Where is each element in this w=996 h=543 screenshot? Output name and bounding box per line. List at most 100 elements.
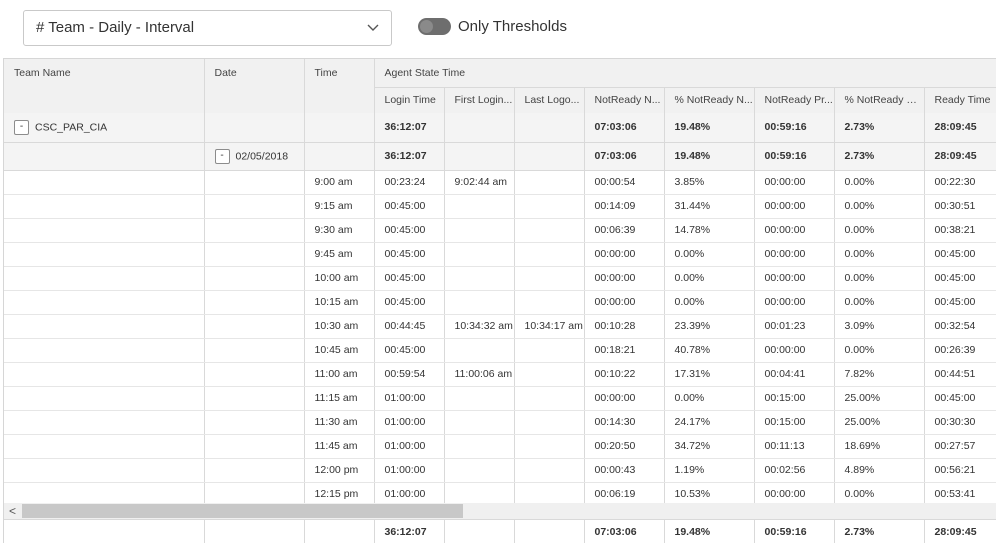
date-cell [204, 170, 305, 195]
only-thresholds-toggle[interactable] [418, 18, 451, 35]
footer-cell [304, 519, 375, 543]
column-header-ready-time[interactable]: Ready Time [924, 87, 996, 114]
cell: 00:45:00 [374, 290, 445, 315]
interval-row[interactable]: 9:30 am 00:45:00 00:06:39 14.78% 00:00:00 0.0… [4, 218, 996, 243]
toggle-knob [420, 20, 433, 33]
cell [444, 113, 515, 143]
cell: 00:45:00 [374, 194, 445, 219]
interval-row[interactable]: 10:00 am 00:45:00 00:00:00 0.00% 00:00:00 0.0… [4, 266, 996, 291]
cell: 00:15:00 [754, 410, 835, 435]
cell: 01:00:00 [374, 434, 445, 459]
cell: 00:00:00 [754, 266, 835, 291]
team-cell [4, 410, 205, 435]
column-header-last-logout[interactable]: Last Logo... [514, 87, 585, 114]
cell [444, 482, 515, 503]
interval-row[interactable]: 11:00 am 00:59:54 11:00:06 am 00:10:22 17.31… [4, 362, 996, 387]
column-header-login-time[interactable]: Login Time [374, 87, 445, 114]
time-cell: 11:00 am [304, 362, 375, 387]
cell: 00:32:54 [924, 314, 996, 339]
interval-row[interactable]: 12:15 pm 01:00:00 00:06:19 10.53% 00:00:00 0.… [4, 482, 996, 503]
cell: 00:45:00 [924, 386, 996, 411]
interval-row[interactable]: 10:45 am 00:45:00 00:18:21 40.78% 00:00:00 0.… [4, 338, 996, 363]
horizontal-scrollbar[interactable]: < [4, 503, 996, 519]
cell [514, 410, 585, 435]
time-cell: 9:00 am [304, 170, 375, 195]
interval-row[interactable]: 11:15 am 01:00:00 00:00:00 0.00% 00:15:00 25.… [4, 386, 996, 411]
cell: 00:00:00 [754, 482, 835, 503]
date-value: 02/05/2018 [235, 149, 289, 162]
cell [444, 142, 515, 171]
column-header-date[interactable]: Date [204, 59, 305, 114]
cell: 10:34:17 am [514, 314, 585, 339]
date-cell [204, 362, 305, 387]
cell [514, 266, 585, 291]
cell: 31.44% [664, 194, 755, 219]
team-cell [4, 386, 205, 411]
grid-header: Team Name Date Time Agent State Time Log… [4, 59, 996, 114]
cell: 19.48% [664, 142, 755, 171]
cell: 00:00:00 [754, 170, 835, 195]
cell [514, 434, 585, 459]
date-cell [204, 338, 305, 363]
cell: 00:00:00 [584, 266, 665, 291]
column-header-team-name[interactable]: Team Name [4, 59, 205, 114]
scroll-left-arrow-icon[interactable]: < [9, 504, 16, 518]
time-cell: 11:30 am [304, 410, 375, 435]
cell: 00:01:23 [754, 314, 835, 339]
interval-row[interactable]: 10:15 am 00:45:00 00:00:00 0.00% 00:00:00 0.0… [4, 290, 996, 315]
grid-body[interactable]: - CSC_PAR_CIA 36:12:07 07:03:06 19.48% 00… [4, 113, 996, 503]
cell [444, 266, 515, 291]
column-header-notready-pr[interactable]: NotReady Pr... [754, 87, 835, 114]
cell: 0.00% [834, 218, 925, 243]
footer-cell [204, 519, 305, 543]
interval-row[interactable]: 9:00 am 00:23:24 9:02:44 am 00:00:54 3.85% 00… [4, 170, 996, 195]
column-header-pct-notready-pr[interactable]: % NotReady Pr... [834, 87, 925, 114]
cell: 00:22:30 [924, 170, 996, 195]
cell: 0.00% [834, 170, 925, 195]
cell: 3.85% [664, 170, 755, 195]
cell: 00:14:09 [584, 194, 665, 219]
time-cell: 10:30 am [304, 314, 375, 339]
cell: 28:09:45 [924, 113, 996, 143]
cell: 0.00% [664, 290, 755, 315]
team-cell [4, 194, 205, 219]
cell: 00:53:41 [924, 482, 996, 503]
column-header-notready-n[interactable]: NotReady N... [584, 87, 665, 114]
team-summary-row[interactable]: - CSC_PAR_CIA 36:12:07 07:03:06 19.48% 00… [4, 113, 996, 143]
interval-row[interactable]: 12:00 pm 01:00:00 00:00:43 1.19% 00:02:56 4.8… [4, 458, 996, 483]
cell: 00:38:21 [924, 218, 996, 243]
cell [514, 242, 585, 267]
cell: 00:26:39 [924, 338, 996, 363]
date-summary-row[interactable]: -02/05/2018 36:12:07 07:03:06 19.48% 00:… [4, 142, 996, 171]
team-name: CSC_PAR_CIA [35, 121, 108, 134]
report-selector-dropdown[interactable]: # Team - Daily - Interval [23, 10, 392, 46]
date-collapse-button[interactable]: - [214, 148, 230, 164]
cell: 00:11:13 [754, 434, 835, 459]
interval-row[interactable]: 11:45 am 01:00:00 00:20:50 34.72% 00:11:13 18… [4, 434, 996, 459]
team-collapse-button[interactable]: - [14, 119, 29, 135]
interval-row[interactable]: 9:45 am 00:45:00 00:00:00 0.00% 00:00:00 0.00… [4, 242, 996, 267]
date-cell [204, 434, 305, 459]
scrollbar-thumb[interactable] [22, 504, 463, 518]
cell [514, 482, 585, 503]
date-cell [204, 482, 305, 503]
cell: 00:00:00 [754, 194, 835, 219]
column-header-first-login[interactable]: First Login... [444, 87, 515, 114]
cell: 00:06:19 [584, 482, 665, 503]
cell: 0.00% [834, 338, 925, 363]
date-cell [204, 386, 305, 411]
interval-row[interactable]: 10:30 am 00:44:45 10:34:32 am 10:34:17 am 00… [4, 314, 996, 339]
time-cell: 9:30 am [304, 218, 375, 243]
time-cell: 11:45 am [304, 434, 375, 459]
footer-cell: 19.48% [664, 519, 755, 543]
interval-row[interactable]: 11:30 am 01:00:00 00:14:30 24.17% 00:15:00 25… [4, 410, 996, 435]
interval-row[interactable]: 9:15 am 00:45:00 00:14:09 31.44% 00:00:00 0.0… [4, 194, 996, 219]
cell: 0.00% [834, 266, 925, 291]
team-cell [4, 482, 205, 503]
cell [514, 218, 585, 243]
cell: 07:03:06 [584, 142, 665, 171]
grid-footer-totals: 36:12:07 07:03:06 19.48% 00:59:16 2.73% … [4, 519, 996, 543]
column-header-pct-notready-n[interactable]: % NotReady N... [664, 87, 755, 114]
column-header-time[interactable]: Time [304, 59, 375, 114]
cell [514, 362, 585, 387]
